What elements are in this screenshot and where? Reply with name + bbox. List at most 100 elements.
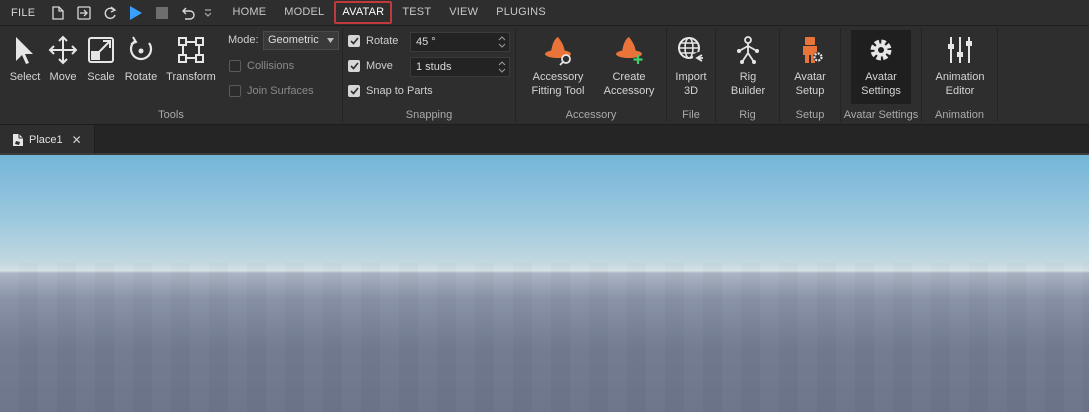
redo-icon[interactable] — [97, 2, 123, 24]
baseplate-ground — [0, 263, 1089, 412]
spinner-icon[interactable] — [498, 35, 506, 49]
accessory-group-label: Accessory — [565, 109, 617, 121]
rig-group: Rig Builder Rig — [716, 26, 779, 124]
tab-home[interactable]: HOME — [223, 0, 275, 25]
collisions-checkbox[interactable] — [229, 60, 241, 72]
tab-view[interactable]: VIEW — [440, 0, 487, 25]
gear-icon — [867, 34, 895, 66]
accessory-fitting-tool-button[interactable]: Accessory Fitting Tool — [524, 34, 592, 98]
move-snap-row[interactable]: Move — [348, 60, 393, 72]
3d-viewport[interactable] — [0, 155, 1089, 412]
mode-dropdown[interactable]: Geometric — [263, 31, 339, 50]
mode-row: Mode: — [228, 34, 259, 46]
rotate-snap-value: 45 ° — [416, 36, 436, 48]
join-surfaces-row[interactable]: Join Surfaces — [229, 85, 314, 97]
avatar-gear-icon — [795, 34, 825, 66]
accessory-fitting-tool-label: Accessory Fitting Tool — [531, 71, 585, 97]
file-group: Import 3D File — [667, 26, 715, 124]
snap-to-parts-checkbox[interactable] — [348, 85, 360, 97]
move-snap-checkbox[interactable] — [348, 60, 360, 72]
rig-skeleton-icon — [733, 34, 763, 66]
file-menu[interactable]: FILE — [11, 7, 35, 19]
move-label: Move — [49, 71, 77, 83]
avatar-settings-group: Avatar Settings Avatar Settings — [841, 26, 921, 124]
play-icon[interactable] — [123, 2, 149, 24]
animation-editor-label: Animation Editor — [935, 71, 985, 97]
tab-avatar[interactable]: AVATAR — [333, 0, 393, 25]
avatar-settings-button[interactable]: Avatar Settings — [851, 30, 911, 104]
rig-group-label: Rig — [739, 109, 756, 121]
join-surfaces-label: Join Surfaces — [247, 85, 314, 97]
ribbon: Select Move Scale Rotate Transform Mode:… — [0, 26, 1089, 124]
accessory-group: Accessory Fitting Tool Create Accessory Ac… — [516, 26, 666, 124]
transform-label: Transform — [166, 71, 216, 83]
accessory-hat-search-icon — [542, 34, 574, 66]
avatar-setup-label: Avatar Setup — [794, 71, 826, 97]
group-divider — [997, 28, 998, 122]
setup-group: Avatar Setup Setup — [780, 26, 840, 124]
tab-model[interactable]: MODEL — [275, 0, 333, 25]
new-file-icon[interactable] — [45, 2, 71, 24]
import-3d-button[interactable]: Import 3D — [671, 34, 711, 98]
document-tab-strip: Place1 ✕ — [0, 124, 1089, 154]
rotate-snap-checkbox[interactable] — [348, 35, 360, 47]
move-tool-button[interactable]: Move — [46, 34, 80, 84]
snap-to-parts-row[interactable]: Snap to Parts — [348, 85, 433, 97]
rotate-tool-button[interactable]: Rotate — [122, 34, 160, 84]
move-snap-input[interactable]: 1 studs — [410, 57, 510, 77]
collisions-label: Collisions — [247, 60, 295, 72]
rotate-snap-input[interactable]: 45 ° — [410, 32, 510, 52]
scale-icon — [87, 34, 115, 66]
create-accessory-label: Create Accessory — [603, 71, 655, 97]
import-3d-label: Import 3D — [675, 71, 707, 97]
setup-group-label: Setup — [795, 109, 825, 121]
join-surfaces-checkbox[interactable] — [229, 85, 241, 97]
rig-builder-button[interactable]: Rig Builder — [724, 34, 772, 98]
select-label: Select — [9, 71, 41, 83]
ribbon-tabs: HOME MODEL AVATAR TEST VIEW PLUGINS — [223, 0, 554, 25]
transform-tool-button[interactable]: Transform — [163, 34, 219, 84]
publish-icon[interactable] — [71, 2, 97, 24]
rotate-snap-row[interactable]: Rotate — [348, 35, 398, 47]
mode-label: Mode: — [228, 34, 259, 46]
avatar-settings-label: Avatar Settings — [861, 71, 901, 97]
tab-test[interactable]: TEST — [393, 0, 440, 25]
transform-icon — [177, 34, 205, 66]
document-tab-place1[interactable]: Place1 ✕ — [0, 125, 95, 154]
cursor-arrow-icon — [13, 34, 37, 66]
avatar-setup-button[interactable]: Avatar Setup — [786, 34, 834, 98]
close-icon[interactable]: ✕ — [72, 133, 82, 147]
tab-plugins[interactable]: PLUGINS — [487, 0, 555, 25]
quick-access-toolbar — [45, 2, 215, 24]
snap-to-parts-label: Snap to Parts — [366, 85, 433, 97]
tools-group-label: Tools — [158, 109, 184, 121]
menu-bar: FILE HOME MODEL AVATAR TEST VIEW PLUGINS — [0, 0, 1089, 25]
snapping-group-label: Snapping — [405, 109, 453, 121]
scale-label: Scale — [87, 71, 115, 83]
spinner-icon[interactable] — [498, 60, 506, 74]
document-tab-label: Place1 — [29, 133, 63, 146]
animation-sliders-icon — [945, 34, 975, 66]
accessory-hat-add-icon — [613, 34, 645, 66]
scale-tool-button[interactable]: Scale — [84, 34, 118, 84]
avatar-settings-group-label: Avatar Settings — [843, 109, 919, 121]
rig-builder-label: Rig Builder — [730, 71, 766, 97]
globe-import-icon — [676, 34, 706, 66]
rotate-label: Rotate — [124, 71, 158, 83]
file-group-label: File — [682, 109, 700, 121]
stop-icon[interactable] — [149, 2, 175, 24]
chevron-down-icon — [327, 38, 334, 43]
rotate-snap-label: Rotate — [366, 35, 399, 47]
rotate-icon — [127, 34, 155, 66]
collisions-row[interactable]: Collisions — [229, 60, 294, 72]
animation-editor-button[interactable]: Animation Editor — [928, 34, 992, 98]
undo-dropdown-icon[interactable] — [201, 2, 215, 24]
undo-icon[interactable] — [175, 2, 201, 24]
animation-group-label: Animation — [935, 109, 984, 121]
move-arrows-icon — [48, 34, 78, 66]
snapping-group: Rotate 45 ° Move 1 studs Snap to Parts S… — [343, 26, 515, 124]
animation-group: Animation Editor Animation — [922, 26, 997, 124]
create-accessory-button[interactable]: Create Accessory — [598, 34, 660, 98]
tools-group: Select Move Scale Rotate Transform Mode:… — [0, 26, 342, 124]
select-tool-button[interactable]: Select — [6, 34, 44, 84]
